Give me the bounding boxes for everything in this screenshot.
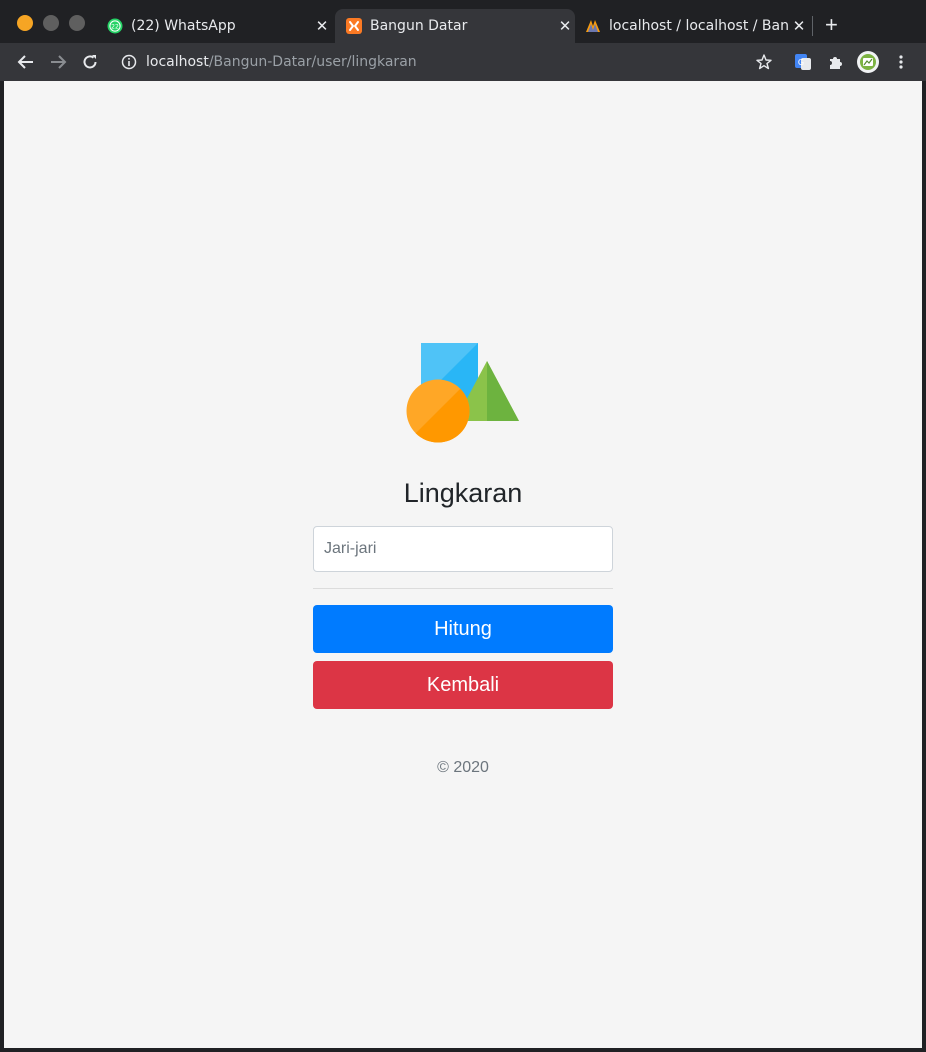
tab-title: localhost / localhost / Bangun: [609, 18, 789, 34]
whatsapp-icon: 22: [107, 18, 123, 34]
xampp-icon: [346, 18, 362, 34]
browser-toolbar: localhost/Bangun-Datar/user/lingkaran G: [0, 43, 926, 81]
close-tab-icon[interactable]: ✕: [555, 17, 575, 35]
profile-avatar-icon[interactable]: [856, 50, 880, 74]
window-maximize-button[interactable]: [69, 15, 85, 31]
tab-title: (22) WhatsApp: [131, 18, 236, 34]
page-title: Lingkaran: [403, 478, 523, 508]
close-tab-icon[interactable]: ✕: [789, 17, 809, 35]
tab-whatsapp[interactable]: 22 (22) WhatsApp ✕: [104, 9, 332, 43]
tab-bangun-datar[interactable]: Bangun Datar ✕: [335, 9, 575, 43]
reload-icon[interactable]: [79, 51, 101, 73]
divider: [313, 588, 613, 589]
info-icon[interactable]: [120, 53, 138, 71]
translate-extension-icon[interactable]: G: [792, 51, 814, 73]
url-host: localhost: [146, 54, 209, 70]
bookmark-star-icon[interactable]: [753, 51, 775, 73]
forward-icon[interactable]: [47, 51, 69, 73]
tab-divider: [812, 16, 813, 36]
hitung-button[interactable]: Hitung: [313, 605, 613, 653]
tab-strip: 22 (22) WhatsApp ✕ Bangun Datar ✕ localh…: [0, 0, 926, 43]
tab-title: Bangun Datar: [370, 18, 468, 34]
browser-window: 22 (22) WhatsApp ✕ Bangun Datar ✕ localh…: [0, 0, 926, 1052]
address-bar[interactable]: localhost/Bangun-Datar/user/lingkaran: [146, 53, 417, 71]
page-content: Lingkaran Hitung Kembali © 2020: [4, 81, 922, 1048]
phpmyadmin-icon: [586, 20, 600, 32]
extensions-puzzle-icon[interactable]: [825, 51, 847, 73]
back-icon[interactable]: [15, 51, 37, 73]
url-path: /Bangun-Datar/user/lingkaran: [208, 54, 417, 70]
menu-kebab-icon[interactable]: [890, 51, 912, 73]
svg-text:G: G: [798, 58, 804, 67]
tab-phpmyadmin[interactable]: localhost / localhost / Bangun ✕: [583, 9, 809, 43]
close-tab-icon[interactable]: ✕: [312, 17, 332, 35]
footer-copyright: © 2020: [437, 759, 489, 776]
radius-input[interactable]: [313, 526, 613, 572]
kembali-button[interactable]: Kembali: [313, 661, 613, 709]
shapes-logo-icon: [406, 343, 519, 443]
window-close-button[interactable]: [17, 15, 33, 31]
tab-badge: 22: [111, 23, 119, 30]
new-tab-button[interactable]: +: [825, 13, 838, 37]
window-minimize-button[interactable]: [43, 15, 59, 31]
